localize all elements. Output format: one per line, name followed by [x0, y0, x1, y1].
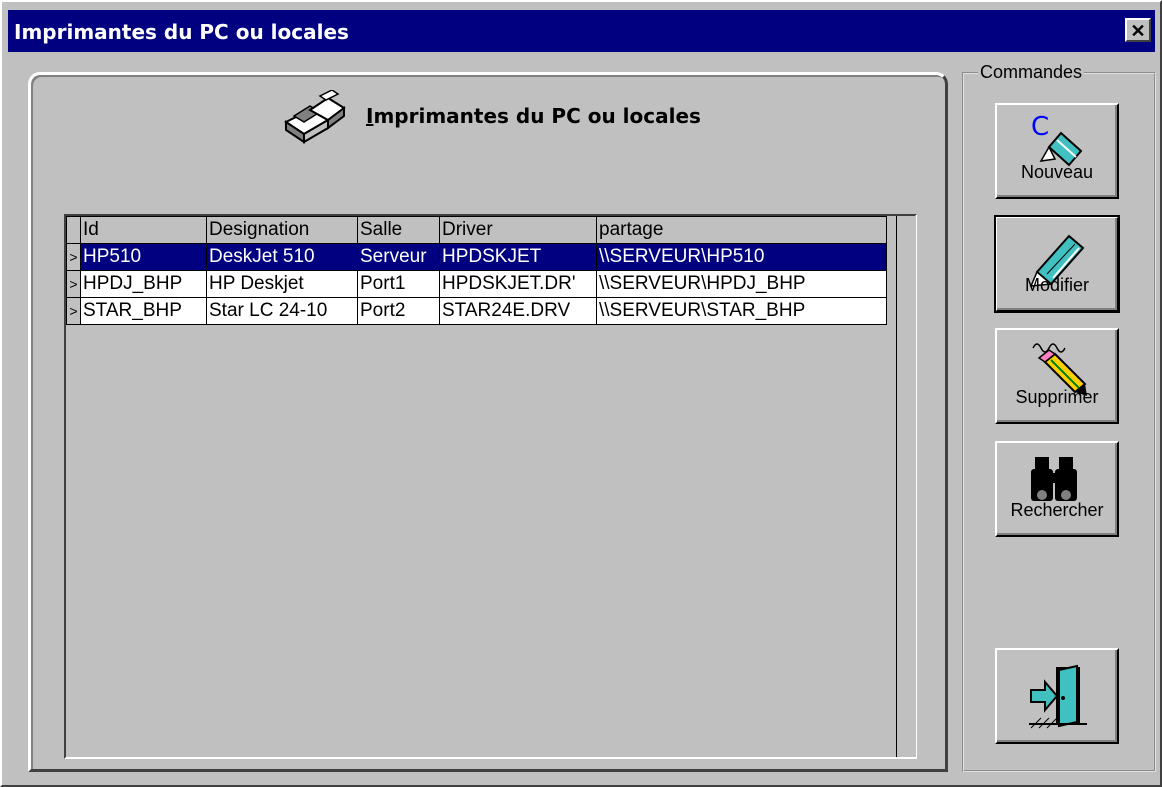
printers-table: Id Designation Salle Driver partage > HP…: [66, 216, 887, 325]
table-row[interactable]: > HP510 DeskJet 510 Serveur HPDSKJET \\S…: [66, 243, 887, 271]
column-header-salle[interactable]: Salle: [357, 216, 440, 244]
table-row[interactable]: > STAR_BHP Star LC 24-10 Port2 STAR24E.D…: [66, 297, 887, 325]
cell-partage[interactable]: \\SERVEUR\HP510: [596, 243, 887, 271]
cell-id[interactable]: STAR_BHP: [80, 297, 207, 325]
exit-door-icon: [1029, 664, 1087, 729]
row-indicator-header: [66, 216, 81, 244]
grid-right-pane: [896, 216, 916, 757]
table-row[interactable]: > HPDJ_BHP HP Deskjet Port1 HPDSKJET.DR'…: [66, 270, 887, 298]
cell-driver[interactable]: STAR24E.DRV: [439, 297, 597, 325]
cell-id[interactable]: HPDJ_BHP: [80, 270, 207, 298]
delete-button-label: Supprimer: [1015, 387, 1099, 407]
cell-id[interactable]: HP510: [80, 243, 207, 271]
new-button[interactable]: C Nouveau: [995, 103, 1119, 199]
page-title: Imprimantes du PC ou locales: [366, 104, 701, 128]
exit-button[interactable]: [995, 648, 1119, 744]
cell-salle[interactable]: Serveur: [357, 243, 440, 271]
delete-button[interactable]: Supprimer: [995, 328, 1119, 424]
column-header-id[interactable]: Id: [80, 216, 207, 244]
table-header-row: Id Designation Salle Driver partage: [66, 216, 887, 244]
cell-driver[interactable]: HPDSKJET.DR': [439, 270, 597, 298]
row-indicator: >: [66, 270, 81, 298]
cell-designation[interactable]: HP Deskjet: [206, 270, 358, 298]
cell-driver[interactable]: HPDSKJET: [439, 243, 597, 271]
search-button[interactable]: Rechercher: [995, 441, 1119, 537]
close-button[interactable]: ✕: [1125, 18, 1151, 42]
close-icon: ✕: [1130, 21, 1146, 41]
svg-text:C: C: [1031, 113, 1049, 142]
edit-button[interactable]: Modifier: [994, 215, 1120, 313]
cell-partage[interactable]: \\SERVEUR\STAR_BHP: [596, 297, 887, 325]
cell-partage[interactable]: \\SERVEUR\HPDJ_BHP: [596, 270, 887, 298]
app-window: Imprimantes du PC ou locales ✕ Imprimant…: [0, 0, 1162, 787]
cell-designation[interactable]: DeskJet 510: [206, 243, 358, 271]
cell-salle[interactable]: Port1: [357, 270, 440, 298]
edit-button-label: Modifier: [1024, 275, 1090, 295]
printer-icon: [284, 90, 346, 144]
row-indicator: >: [66, 297, 81, 325]
cell-salle[interactable]: Port2: [357, 297, 440, 325]
new-button-label: Nouveau: [1020, 162, 1094, 182]
title-bar[interactable]: Imprimantes du PC ou locales ✕: [8, 10, 1155, 52]
window-title: Imprimantes du PC ou locales: [14, 20, 349, 44]
printers-grid[interactable]: Id Designation Salle Driver partage > HP…: [64, 214, 917, 759]
column-header-driver[interactable]: Driver: [439, 216, 597, 244]
column-header-partage[interactable]: partage: [596, 216, 887, 244]
commands-group-label: Commandes: [978, 62, 1085, 83]
column-header-designation[interactable]: Designation: [206, 216, 358, 244]
cell-designation[interactable]: Star LC 24-10: [206, 297, 358, 325]
row-indicator: >: [66, 243, 81, 271]
search-button-label: Rechercher: [1010, 500, 1104, 520]
